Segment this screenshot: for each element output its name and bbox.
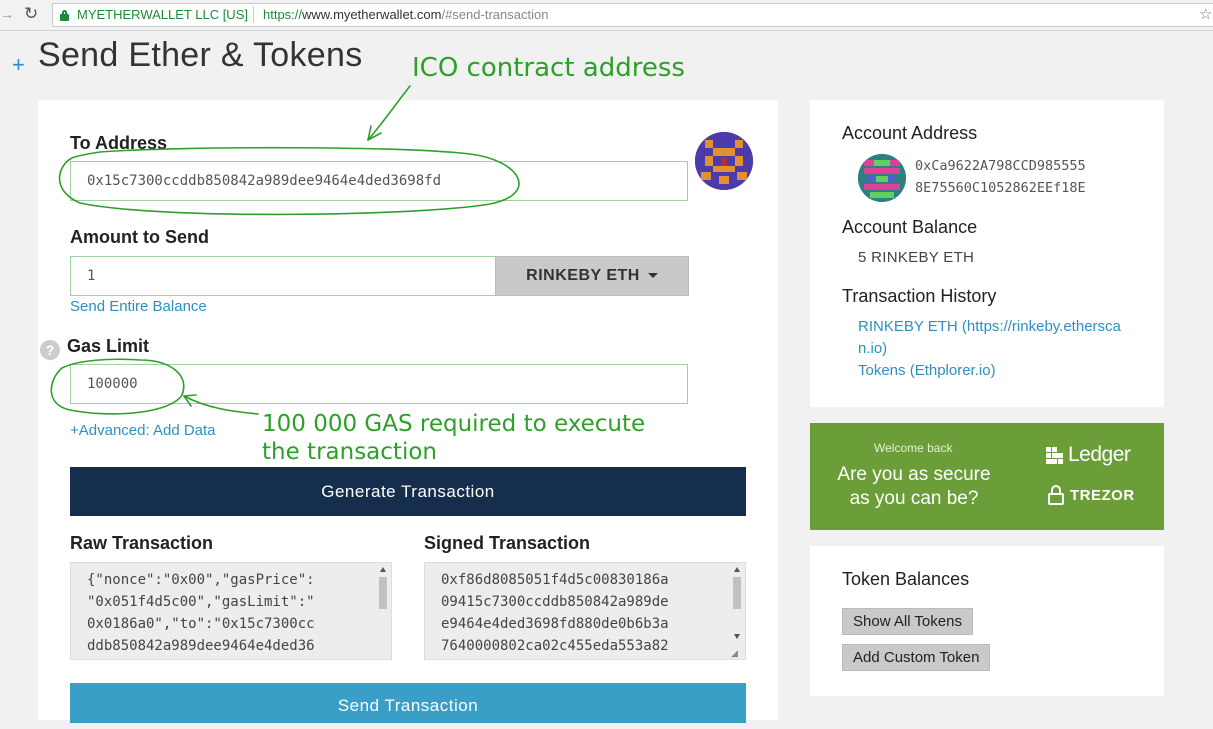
gas-limit-label: Gas Limit (67, 336, 150, 356)
account-address-value: 0xCa9622A798CCD985555 8E75560C1052862EEf… (915, 155, 1086, 199)
raw-transaction-label: Raw Transaction (70, 533, 214, 553)
url-protocol: https:// (263, 7, 303, 22)
amount-label: Amount to Send (70, 227, 209, 247)
annotation-gas-line1: 100 000 GAS required to execute (262, 411, 646, 437)
url-text[interactable]: https://www.myetherwallet.com/#send-tran… (263, 7, 548, 23)
show-all-tokens-button[interactable]: Show All Tokens (842, 608, 973, 635)
address-bar[interactable]: MYETHERWALLET LLC [US] https://www.myeth… (52, 3, 1213, 27)
trezor-lock-icon (1048, 485, 1064, 505)
amount-input[interactable]: 1 (70, 256, 496, 296)
signed-transaction-scrollbar[interactable]: ◢ (731, 563, 743, 659)
signed-transaction-textarea[interactable]: 0xf86d8085051f4d5c00830186a 09415c7300cc… (424, 562, 746, 660)
scroll-down-arrow-icon[interactable] (734, 634, 740, 639)
account-address-label: Account Address (842, 123, 978, 143)
trezor-logo[interactable]: TREZOR (1048, 485, 1135, 507)
recipient-identicon (695, 132, 753, 190)
hardware-wallet-promo[interactable]: Welcome back Are you as secure as you ca… (810, 423, 1164, 530)
resize-grip-icon[interactable]: ◢ (731, 649, 741, 658)
send-entire-balance-link[interactable]: Send Entire Balance (70, 298, 207, 315)
account-address-line2: 8E75560C1052862EEf18E (915, 180, 1086, 196)
account-info-card: Account Address 0xCa9622A798CCD985555 8E… (810, 100, 1164, 407)
forward-arrow-icon[interactable]: → (0, 5, 14, 23)
gas-limit-input[interactable]: 100000 (70, 364, 688, 404)
token-select-dropdown[interactable]: RINKEBY ETH (495, 256, 689, 296)
annotation-gas-line2: the transaction (262, 439, 437, 465)
promo-subtitle: Welcome back (874, 441, 953, 455)
ledger-icon (1046, 447, 1064, 465)
account-address-line1: 0xCa9622A798CCD985555 (915, 158, 1086, 174)
account-identicon (858, 154, 906, 202)
token-balances-card: Token Balances Show All Tokens Add Custo… (810, 546, 1164, 696)
scroll-thumb[interactable] (733, 577, 741, 609)
token-select-label: RINKEBY ETH (526, 267, 640, 284)
plus-icon[interactable]: + (12, 52, 25, 78)
history-link-etherscan-line2[interactable]: n.io) (858, 338, 1121, 360)
scroll-up-arrow-icon[interactable] (380, 567, 386, 572)
page-title: Send Ether & Tokens (38, 36, 363, 74)
account-balance-label: Account Balance (842, 217, 978, 237)
account-balance-value: 5 RINKEBY ETH (858, 249, 975, 266)
scroll-thumb[interactable] (379, 577, 387, 609)
bookmark-star-icon[interactable]: ☆ (1199, 5, 1212, 23)
token-balances-label: Token Balances (842, 569, 970, 589)
history-link-etherscan[interactable]: RINKEBY ETH (https://rinkeby.ethersca n.… (858, 316, 1121, 360)
url-host: www.myetherwallet.com (302, 7, 442, 22)
transaction-history-label: Transaction History (842, 286, 997, 306)
help-icon[interactable]: ? (40, 340, 60, 360)
signed-transaction-label: Signed Transaction (424, 533, 591, 553)
scroll-up-arrow-icon[interactable] (734, 567, 740, 572)
history-link-etherscan-line1[interactable]: RINKEBY ETH (https://rinkeby.ethersca (858, 316, 1121, 338)
annotation-gas-required: 100 000 GAS required to execute the tran… (262, 410, 682, 466)
promo-headline: Are you as secure as you can be? (837, 464, 991, 509)
raw-transaction-scrollbar[interactable] (377, 563, 389, 659)
advanced-add-data-link[interactable]: +Advanced: Add Data (70, 422, 216, 439)
ledger-label: Ledger (1068, 443, 1131, 466)
ledger-logo[interactable]: Ledger (1046, 443, 1131, 467)
browser-toolbar: → ↻ MYETHERWALLET LLC [US] https://www.m… (0, 0, 1213, 31)
raw-transaction-textarea[interactable]: {"nonce":"0x00","gasPrice": "0x051f4d5c0… (70, 562, 392, 660)
url-path: /#send-transaction (441, 7, 549, 22)
ev-certificate-name: MYETHERWALLET LLC [US] (77, 7, 248, 22)
secure-lock-icon (60, 10, 69, 21)
reload-icon[interactable]: ↻ (24, 4, 42, 24)
to-address-label: To Address (70, 133, 168, 153)
to-address-input[interactable]: 0x15c7300ccddb850842a989dee9464e4ded3698… (70, 161, 688, 201)
annotation-ico-contract: ICO contract address (412, 53, 685, 83)
trezor-label: TREZOR (1070, 487, 1135, 504)
url-separator (253, 6, 254, 23)
send-transaction-button[interactable]: Send Transaction (70, 683, 746, 723)
generate-transaction-button[interactable]: Generate Transaction (70, 467, 746, 516)
history-link-ethplorer[interactable]: Tokens (Ethplorer.io) (858, 360, 996, 382)
caret-down-icon (647, 273, 658, 279)
add-custom-token-button[interactable]: Add Custom Token (842, 644, 991, 671)
